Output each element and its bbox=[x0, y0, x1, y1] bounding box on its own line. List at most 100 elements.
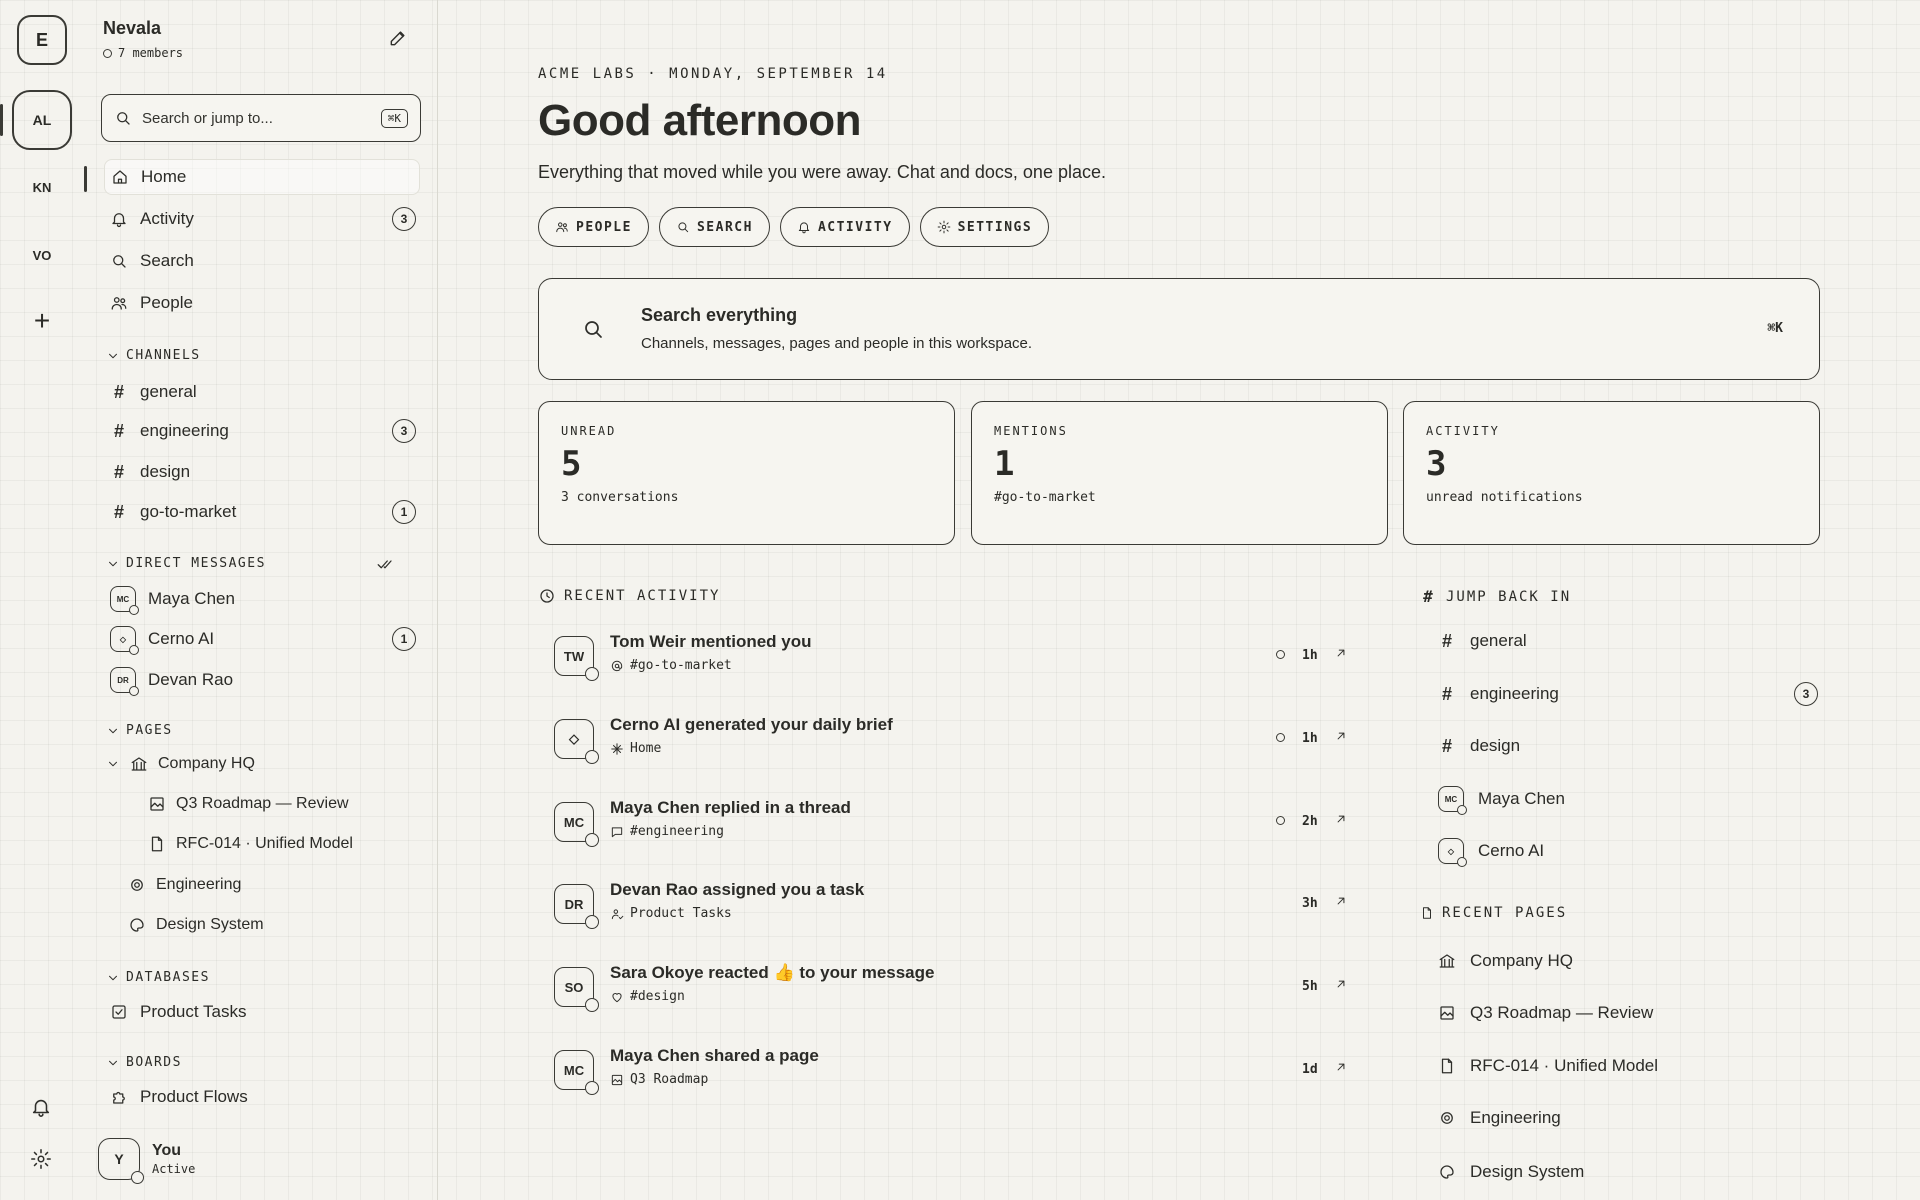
jump-maya-chen[interactable]: MC Maya Chen bbox=[1438, 782, 1818, 816]
active-workspace-indicator bbox=[0, 104, 3, 136]
unread-dot-icon bbox=[1276, 650, 1285, 659]
workspace-name[interactable]: Nevala bbox=[103, 18, 161, 39]
search-pill-button[interactable]: SEARCH bbox=[658, 207, 770, 247]
main-content: ACME LABS · MONDAY, SEPTEMBER 14 Good af… bbox=[438, 0, 1920, 1200]
page-q3-roadmap[interactable]: Q3 Roadmap — Review bbox=[148, 795, 349, 813]
activity-sub: Q3 Roadmap bbox=[630, 1072, 709, 1087]
recent-page-rfc-014[interactable]: RFC-014 · Unified Model bbox=[1438, 1049, 1818, 1083]
nav-activity[interactable]: Activity 3 bbox=[104, 201, 420, 237]
sidebar-search-input[interactable]: Search or jump to... ⌘K bbox=[101, 94, 421, 142]
activity-row[interactable]: MC Maya Chen shared a page Q3 Roadmap 1d bbox=[554, 1042, 1354, 1096]
page-label: Design System bbox=[1470, 1162, 1585, 1181]
activity-title: Maya Chen replied in a thread bbox=[610, 798, 851, 817]
page-company-hq[interactable]: Company HQ bbox=[106, 755, 255, 773]
workspace-switcher-kn[interactable]: KN bbox=[22, 172, 62, 202]
open-arrow-icon[interactable] bbox=[1334, 646, 1348, 660]
current-user[interactable]: Y You Active bbox=[98, 1138, 196, 1184]
user-status: Active bbox=[152, 1162, 196, 1176]
recent-page-company-hq[interactable]: Company HQ bbox=[1438, 944, 1818, 978]
avatar: MC bbox=[554, 1050, 599, 1095]
jump-engineering[interactable]: # engineering 3 bbox=[1438, 677, 1818, 711]
database-product-tasks[interactable]: Product Tasks bbox=[104, 994, 420, 1030]
nav-people[interactable]: People bbox=[104, 285, 420, 321]
channel-go-to-market[interactable]: # go-to-market 1 bbox=[104, 494, 420, 530]
chevron-down-icon bbox=[109, 975, 117, 980]
chevron-down-icon bbox=[109, 353, 117, 358]
search-everything-card[interactable]: Search everything Channels, messages, pa… bbox=[538, 278, 1820, 380]
channel-engineering[interactable]: # engineering 3 bbox=[104, 413, 420, 449]
gear-page-icon bbox=[1441, 1112, 1453, 1124]
recent-page-design-system[interactable]: Design System bbox=[1438, 1155, 1818, 1189]
open-arrow-icon[interactable] bbox=[1334, 729, 1348, 743]
workspace-switcher-al[interactable]: AL bbox=[12, 90, 72, 150]
recent-page-engineering[interactable]: Engineering bbox=[1438, 1101, 1818, 1135]
activity-row[interactable]: ◇ Cerno AI generated your daily brief Ho… bbox=[554, 711, 1354, 765]
unread-badge: 3 bbox=[392, 207, 416, 231]
notifications-bell-icon[interactable] bbox=[30, 1096, 52, 1118]
channel-general[interactable]: # general bbox=[104, 374, 420, 410]
section-title: RECENT PAGES bbox=[1442, 905, 1568, 921]
channels-section-header[interactable]: CHANNELS bbox=[106, 348, 201, 363]
page-label: RFC-014 · Unified Model bbox=[176, 835, 353, 852]
reply-bubble-icon bbox=[611, 826, 623, 837]
workspace-switcher-e[interactable]: E bbox=[17, 15, 67, 65]
jump-design[interactable]: # design bbox=[1438, 729, 1818, 763]
dm-devan-rao[interactable]: DR Devan Rao bbox=[104, 662, 420, 698]
nav-search[interactable]: Search bbox=[104, 243, 420, 279]
avatar: MC bbox=[554, 802, 599, 847]
activity-sub: #engineering bbox=[630, 824, 724, 839]
add-workspace-button[interactable]: + bbox=[27, 305, 57, 336]
page-design-system[interactable]: Design System bbox=[128, 916, 264, 934]
page-engineering[interactable]: Engineering bbox=[128, 876, 241, 894]
settings-pill-button[interactable]: SETTINGS bbox=[919, 207, 1050, 247]
open-arrow-icon[interactable] bbox=[1334, 1060, 1348, 1074]
activity-context: Home bbox=[610, 741, 661, 756]
activity-pill-button[interactable]: ACTIVITY bbox=[779, 207, 910, 247]
page-rfc-014[interactable]: RFC-014 · Unified Model bbox=[148, 835, 353, 853]
people-pill-button[interactable]: PEOPLE bbox=[538, 207, 649, 247]
pages-section-header[interactable]: PAGES bbox=[106, 723, 173, 738]
open-arrow-icon[interactable] bbox=[1334, 977, 1348, 991]
activity-row[interactable]: MC Maya Chen replied in a thread #engine… bbox=[554, 794, 1354, 848]
search-icon bbox=[113, 255, 126, 268]
channel-design[interactable]: # design bbox=[104, 454, 420, 490]
activity-row[interactable]: DR Devan Rao assigned you a task Product… bbox=[554, 876, 1354, 930]
puzzle-icon bbox=[113, 1091, 125, 1104]
jump-general[interactable]: # general bbox=[1438, 624, 1818, 658]
members-count: 7 members bbox=[118, 46, 184, 60]
dm-section-header[interactable]: DIRECT MESSAGES bbox=[106, 556, 266, 571]
chevron-down-icon[interactable] bbox=[106, 757, 120, 771]
open-arrow-icon[interactable] bbox=[1334, 812, 1348, 826]
boards-section-header[interactable]: BOARDS bbox=[106, 1055, 182, 1070]
stat-sub: 3 conversations bbox=[561, 490, 679, 505]
activity-row[interactable]: TW Tom Weir mentioned you #go-to-market … bbox=[554, 628, 1354, 682]
settings-gear-icon[interactable] bbox=[30, 1148, 52, 1170]
jump-cerno-ai[interactable]: ◇ Cerno AI bbox=[1438, 834, 1818, 868]
checkbox-icon bbox=[112, 1005, 126, 1019]
databases-section-header[interactable]: DATABASES bbox=[106, 970, 210, 985]
hash-icon: # bbox=[1423, 587, 1435, 606]
activity-row[interactable]: SO Sara Okoye reacted 👍 to your message … bbox=[554, 959, 1354, 1013]
stat-card-activity[interactable]: ACTIVITY 3 unread notifications bbox=[1403, 401, 1820, 545]
stat-card-mentions[interactable]: MENTIONS 1 #go-to-market bbox=[971, 401, 1388, 545]
unread-badge: 3 bbox=[392, 419, 416, 443]
chevron-down-icon bbox=[109, 728, 117, 733]
mark-read-check-icon[interactable] bbox=[376, 555, 394, 573]
stat-card-unread[interactable]: UNREAD 5 3 conversations bbox=[538, 401, 955, 545]
workspace-switcher-vo[interactable]: VO bbox=[22, 240, 62, 270]
open-arrow-icon[interactable] bbox=[1334, 894, 1348, 908]
dm-cerno-ai[interactable]: ◇ Cerno AI 1 bbox=[104, 621, 420, 657]
board-product-flows[interactable]: Product Flows bbox=[104, 1079, 420, 1115]
compose-icon[interactable] bbox=[388, 28, 408, 48]
nav-home[interactable]: Home bbox=[104, 159, 420, 195]
section-title: RECENT ACTIVITY bbox=[564, 588, 721, 604]
activity-sub: #design bbox=[630, 989, 685, 1004]
dm-maya-chen[interactable]: MC Maya Chen bbox=[104, 581, 420, 617]
activity-context: Q3 Roadmap bbox=[610, 1072, 708, 1087]
recent-page-q3-roadmap[interactable]: Q3 Roadmap — Review bbox=[1438, 996, 1818, 1030]
stat-value: 3 bbox=[1426, 444, 1447, 484]
search-placeholder: Search or jump to... bbox=[142, 109, 273, 127]
pill-label: PEOPLE bbox=[576, 219, 632, 235]
activity-sub: #go-to-market bbox=[630, 658, 732, 673]
palette-icon bbox=[130, 918, 144, 932]
